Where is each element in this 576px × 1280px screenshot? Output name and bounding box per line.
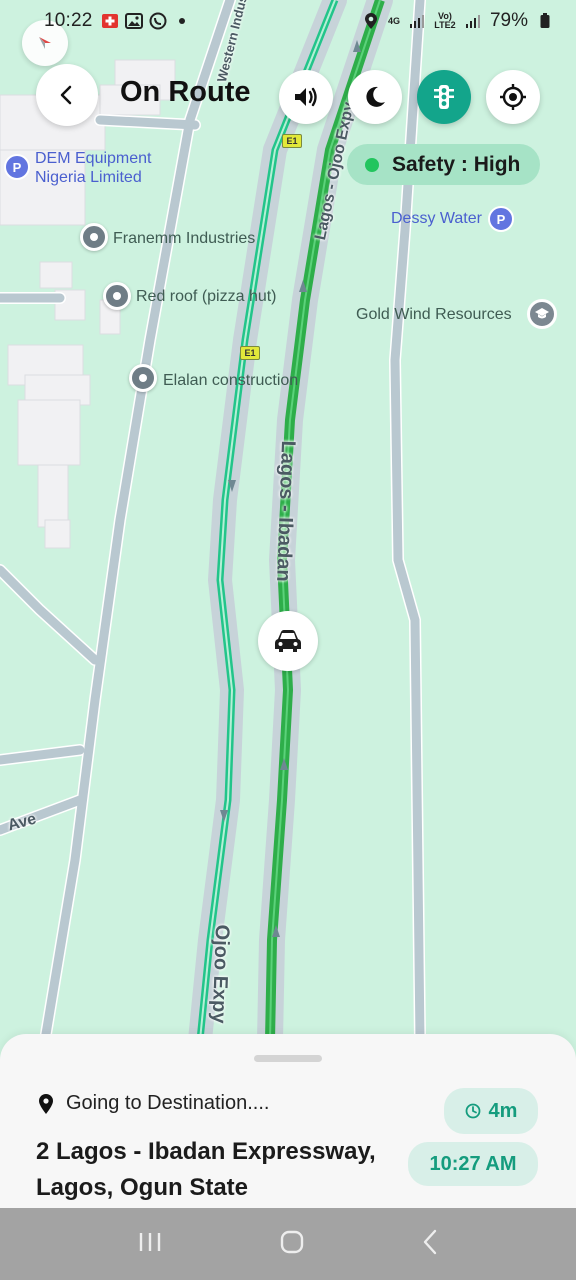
- place-pin-icon[interactable]: [129, 364, 157, 392]
- battery-icon: [536, 12, 554, 30]
- poi-label[interactable]: Dessy Water: [391, 210, 482, 228]
- status-time: 10:22: [44, 10, 93, 31]
- location-pin-icon: [39, 1093, 53, 1114]
- night-mode-button[interactable]: [348, 70, 402, 124]
- status-bar: 10:22 4G Vo) LTE2 79%: [0, 0, 576, 42]
- system-back-button[interactable]: [422, 1229, 438, 1260]
- home-icon: [280, 1230, 304, 1253]
- place-pin-icon[interactable]: [103, 282, 131, 310]
- system-nav-bar: [0, 1208, 576, 1280]
- place-pin-icon[interactable]: [80, 223, 108, 251]
- sheet-drag-handle[interactable]: [254, 1055, 322, 1062]
- poi-name-line: DEM Equipment: [35, 150, 152, 167]
- page-title: On Route: [120, 76, 251, 108]
- highway-shield: E1: [282, 134, 302, 148]
- locate-button[interactable]: [486, 70, 540, 124]
- crosshair-icon: [500, 84, 526, 110]
- poi-name-line: Nigeria Limited: [35, 169, 142, 186]
- safety-badge[interactable]: Safety : High: [347, 144, 540, 185]
- network-type-2: Vo) LTE2: [434, 11, 456, 30]
- back-button[interactable]: [36, 64, 98, 126]
- clock-icon: [465, 1103, 480, 1119]
- highway-shield: E1: [240, 346, 260, 360]
- trip-status-text: Going to Destination....: [66, 1092, 270, 1114]
- parking-icon[interactable]: P: [488, 206, 514, 232]
- parking-icon[interactable]: P: [4, 154, 30, 180]
- poi-label[interactable]: Elalan construction: [163, 372, 298, 390]
- road-label-main-mid: Lagos - Ibadan: [272, 440, 299, 583]
- recent-apps-button[interactable]: [138, 1231, 162, 1258]
- safety-status-dot: [365, 157, 379, 172]
- network-type: 4G: [387, 15, 400, 26]
- back-arrow-icon: [423, 1229, 436, 1254]
- whatsapp-icon: [149, 12, 167, 30]
- eta-duration: 4m: [488, 1099, 518, 1122]
- chevron-left-icon: [60, 85, 72, 105]
- recent-apps-icon: [140, 1232, 161, 1251]
- signal-icon-2: [464, 12, 482, 30]
- location-status-icon: [362, 12, 380, 30]
- trip-bottom-sheet[interactable]: Going to Destination.... 2 Lagos - Ibada…: [0, 1034, 576, 1210]
- poi-label[interactable]: Franemm Industries: [113, 230, 255, 248]
- poi-label[interactable]: Red roof (pizza hut): [136, 288, 277, 306]
- destination-address: 2 Lagos - Ibadan Expressway, Lagos, Ogun…: [36, 1138, 376, 1201]
- safety-label: Safety : High: [392, 152, 521, 176]
- current-location-car-marker[interactable]: [258, 611, 318, 671]
- medical-app-icon: [101, 12, 119, 30]
- poi-label[interactable]: Gold Wind Resources: [356, 306, 512, 324]
- home-button[interactable]: [279, 1229, 305, 1260]
- traffic-button[interactable]: [417, 70, 471, 124]
- arrival-time-badge: 10:27 AM: [408, 1142, 538, 1186]
- car-icon: [275, 630, 301, 652]
- arrival-time: 10:27 AM: [429, 1152, 517, 1175]
- sound-button[interactable]: [279, 70, 333, 124]
- gallery-icon: [124, 12, 143, 30]
- poi-label[interactable]: DEM Equipment Nigeria Limited: [35, 149, 152, 187]
- traffic-light-icon: [434, 85, 454, 109]
- battery-percent: 79%: [489, 10, 528, 31]
- notification-dot-icon: [173, 12, 191, 30]
- speaker-icon: [295, 87, 317, 107]
- moon-icon: [366, 86, 385, 107]
- trip-status-row: Going to Destination....: [38, 1092, 269, 1115]
- education-icon[interactable]: [527, 299, 557, 329]
- signal-icon: [408, 12, 426, 30]
- road-label-main-bottom: Ojoo Expy: [207, 924, 233, 1024]
- eta-duration-badge: 4m: [444, 1088, 538, 1134]
